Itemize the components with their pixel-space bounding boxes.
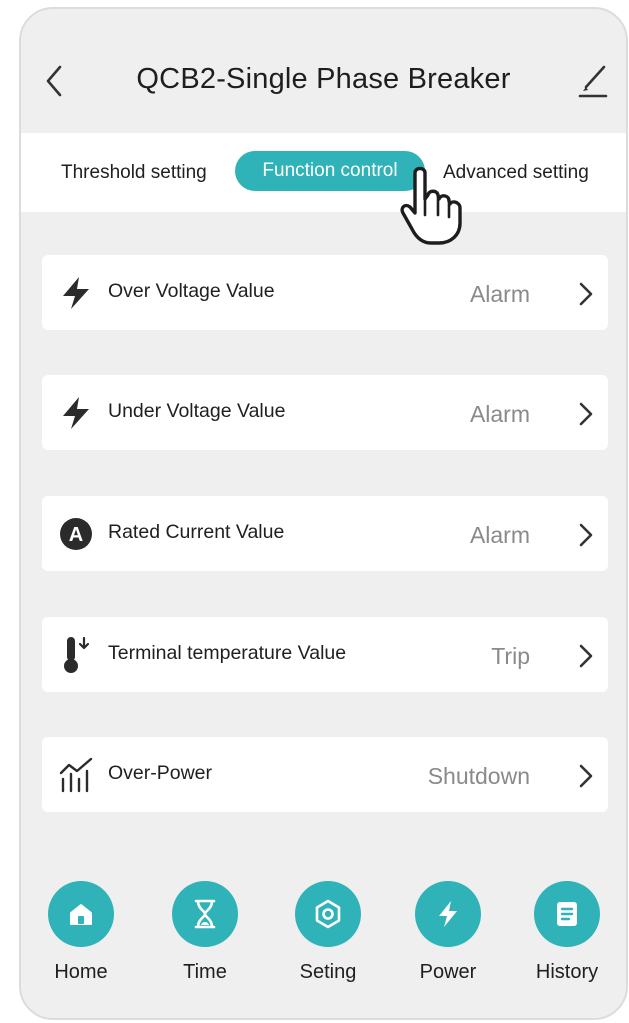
lightning-icon: [58, 275, 94, 311]
hourglass-icon: [172, 881, 238, 947]
power-chart-icon: [58, 757, 94, 793]
list-item-value: Shutdown: [427, 763, 530, 789]
chevron-right-icon: [579, 523, 593, 547]
list-item-value: Alarm: [469, 281, 530, 307]
chevron-right-icon: [579, 644, 593, 668]
svg-text:A: A: [69, 524, 83, 546]
nav-setting[interactable]: Seting: [278, 881, 378, 984]
header: QCB2-Single Phase Breaker: [21, 9, 626, 133]
list-item-over-power[interactable]: Over-Power Shutdown: [42, 737, 608, 812]
nav-label: Home: [54, 961, 108, 983]
nav-home[interactable]: Home: [31, 881, 131, 984]
list-item-label: Under Voltage Value: [108, 400, 286, 422]
thermometer-icon: [58, 636, 94, 673]
document-icon: [534, 881, 600, 947]
hand-pointer-icon: [400, 166, 462, 245]
list-item-value: Trip: [491, 643, 530, 669]
tab-threshold-setting[interactable]: Threshold setting: [61, 153, 207, 193]
list-item-value: Alarm: [469, 401, 530, 427]
phone-frame: QCB2-Single Phase Breaker Threshold sett…: [19, 7, 628, 1020]
nav-power[interactable]: Power: [398, 881, 498, 984]
list-item-terminal-temperature[interactable]: Terminal temperature Value Trip: [42, 617, 608, 692]
nav-label: Power: [419, 961, 477, 983]
nav-label: History: [535, 961, 599, 983]
bottom-nav: Home Time Seting Power History: [21, 881, 626, 1001]
list-item-label: Rated Current Value: [108, 521, 285, 543]
home-icon: [48, 881, 114, 947]
nav-history[interactable]: History: [517, 881, 617, 984]
list-item-value: Alarm: [469, 522, 530, 548]
hexagon-settings-icon: [295, 881, 361, 947]
page-title: QCB2-Single Phase Breaker: [136, 63, 511, 95]
nav-label: Time: [183, 961, 227, 983]
list-item-under-voltage[interactable]: Under Voltage Value Alarm: [42, 375, 608, 450]
nav-label: Seting: [299, 961, 357, 983]
list-item-label: Terminal temperature Value: [108, 642, 347, 664]
list-item-label: Over-Power: [108, 762, 213, 784]
edit-pencil-icon: [578, 65, 608, 98]
lightning-icon: [415, 881, 481, 947]
chevron-right-icon: [579, 764, 593, 788]
list-item-label: Over Voltage Value: [108, 280, 275, 302]
chevron-right-icon: [579, 282, 593, 306]
ampere-icon: A: [58, 516, 94, 552]
lightning-icon: [58, 395, 94, 431]
tab-bar: Threshold setting Function control Advan…: [21, 133, 626, 212]
list-item-rated-current[interactable]: A Rated Current Value Alarm: [42, 496, 608, 571]
chevron-right-icon: [579, 402, 593, 426]
nav-time[interactable]: Time: [155, 881, 255, 984]
edit-button[interactable]: [577, 63, 609, 99]
list-item-over-voltage[interactable]: Over Voltage Value Alarm: [42, 255, 608, 330]
